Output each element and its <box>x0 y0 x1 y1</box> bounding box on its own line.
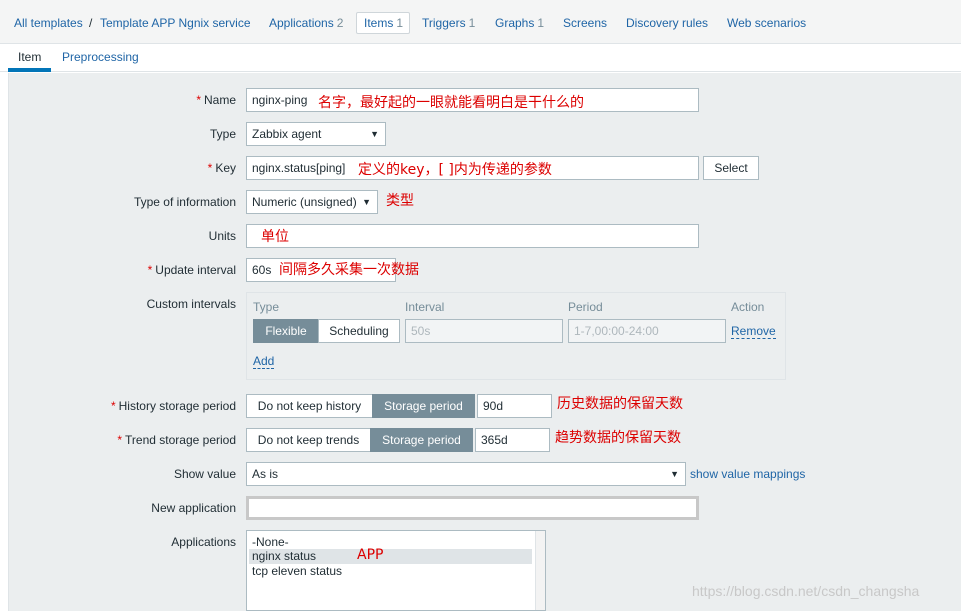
breadcrumb-nav: All templates / Template APP Ngnix servi… <box>0 0 961 44</box>
nav-triggers[interactable]: Triggers 1 <box>422 16 475 30</box>
trend-label: * Trend storage period <box>117 433 236 447</box>
nav-discovery-rules[interactable]: Discovery rules <box>626 16 708 30</box>
history-label: * History storage period <box>110 399 236 413</box>
show-value-mappings-link[interactable]: show value mappings <box>690 467 805 481</box>
remove-interval-link[interactable]: Remove <box>731 324 776 339</box>
history-storage-period-button[interactable]: Storage period <box>372 394 475 418</box>
breadcrumb-all-templates[interactable]: All templates <box>14 16 83 30</box>
type-label: Type <box>209 127 236 141</box>
nav-graphs[interactable]: Graphs 1 <box>495 16 544 30</box>
nav-applications-count: 2 <box>336 16 344 30</box>
nav-items[interactable]: Items 1 <box>364 16 403 30</box>
item-tabs: Item Preprocessing <box>0 44 961 72</box>
nav-graphs-label: Graphs <box>495 16 535 30</box>
chevron-down-icon: ▼ <box>370 129 379 139</box>
custom-interval-header: Interval <box>405 300 445 314</box>
new-application-label: New application <box>151 501 236 515</box>
nav-applications[interactable]: Applications 2 <box>269 16 343 30</box>
application-option[interactable]: nginx status <box>252 549 316 563</box>
type-info-select[interactable]: Numeric (unsigned) ▼ <box>246 190 378 214</box>
history-annotation: 历史数据的保留天数 <box>557 396 683 412</box>
nav-screens[interactable]: Screens <box>563 16 607 30</box>
custom-period-input[interactable]: 1-7,00:00-24:00 <box>568 319 726 343</box>
type-annotation: 类型 <box>386 193 414 209</box>
custom-period-header: Period <box>568 300 603 314</box>
custom-interval-input[interactable]: 50s <box>405 319 563 343</box>
select-key-button[interactable]: Select <box>703 156 759 180</box>
nav-items-count: 1 <box>396 16 404 30</box>
application-option[interactable]: tcp eleven status <box>252 564 342 578</box>
type-select-value: Zabbix agent <box>252 127 322 141</box>
chevron-down-icon: ▼ <box>362 197 371 207</box>
history-period-input[interactable]: 90d <box>477 394 552 418</box>
trend-storage-period-button[interactable]: Storage period <box>370 428 473 452</box>
type-select[interactable]: Zabbix agent ▼ <box>246 122 386 146</box>
units-annotation: 单位 <box>261 229 289 245</box>
nav-graphs-count: 1 <box>537 16 545 30</box>
custom-type-header: Type <box>253 300 280 314</box>
nav-web-scenarios[interactable]: Web scenarios <box>727 16 806 30</box>
app-annotation: APP <box>357 547 384 563</box>
show-value-select-value: As is <box>252 467 279 481</box>
update-interval-label: * Update interval <box>147 263 236 277</box>
units-input[interactable] <box>246 224 699 248</box>
nav-triggers-count: 1 <box>468 16 476 30</box>
custom-intervals-table: Type Interval Period Action Flexible Sch… <box>246 292 786 380</box>
chevron-down-icon: ▼ <box>670 469 679 479</box>
trend-annotation: 趋势数据的保留天数 <box>555 430 681 446</box>
key-annotation: 定义的key，[ ]内为传递的参数 <box>358 162 552 178</box>
add-interval-link[interactable]: Add <box>253 354 275 369</box>
breadcrumb-template[interactable]: Template APP Ngnix service <box>100 16 251 30</box>
nav-applications-label: Applications <box>269 16 334 30</box>
new-application-input[interactable] <box>246 496 699 520</box>
application-option[interactable]: -None- <box>252 535 289 549</box>
show-value-select[interactable]: As is ▼ <box>246 462 686 486</box>
nav-triggers-label: Triggers <box>422 16 466 30</box>
flexible-toggle[interactable]: Flexible <box>253 319 319 343</box>
trend-period-input[interactable]: 365d <box>475 428 550 452</box>
name-annotation: 名字，最好起的一眼就能看明白是干什么的 <box>318 95 584 111</box>
update-annotation: 间隔多久采集一次数据 <box>279 262 419 278</box>
active-tab-indicator <box>8 68 51 72</box>
name-label: * Name <box>196 93 236 107</box>
trend-do-not-keep-button[interactable]: Do not keep trends <box>246 428 371 452</box>
custom-action-header: Action <box>731 300 765 314</box>
listbox-scrollbar[interactable] <box>535 531 545 610</box>
applications-label: Applications <box>171 535 236 549</box>
type-info-label: Type of information <box>133 195 236 209</box>
breadcrumb-separator: / <box>89 16 93 30</box>
history-do-not-keep-button[interactable]: Do not keep history <box>246 394 373 418</box>
type-info-select-value: Numeric (unsigned) <box>252 195 357 209</box>
units-label: Units <box>208 229 236 243</box>
custom-intervals-label: Custom intervals <box>146 297 236 311</box>
tab-preprocessing[interactable]: Preprocessing <box>62 50 139 64</box>
tab-item[interactable]: Item <box>18 50 41 64</box>
scheduling-toggle[interactable]: Scheduling <box>318 319 400 343</box>
key-label: * Key <box>207 161 236 175</box>
nav-items-label: Items <box>364 16 394 30</box>
watermark: https://blog.csdn.net/csdn_changsha <box>692 583 920 599</box>
applications-listbox[interactable]: -None- nginx status tcp eleven status <box>246 530 546 611</box>
show-value-label: Show value <box>173 467 236 481</box>
